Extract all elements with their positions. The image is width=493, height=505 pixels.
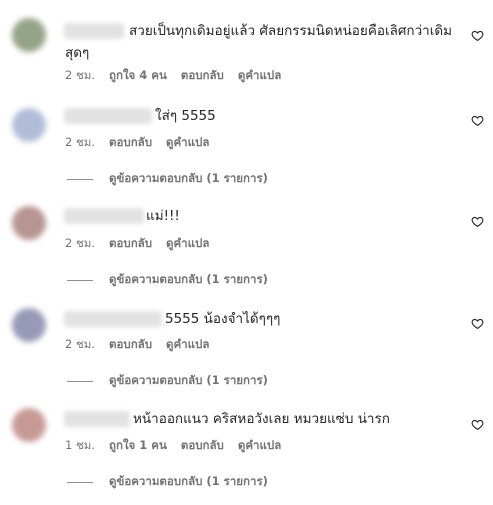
- comment-text: หน้าออกแนว คริสหอวังเลย หมวยแซ่บ น่ารก: [133, 411, 390, 427]
- reply-button[interactable]: ตอบกลับ: [109, 336, 152, 354]
- comment-time: 2 ชม.: [65, 236, 96, 250]
- username-blurred[interactable]: [64, 108, 152, 124]
- avatar[interactable]: [12, 18, 46, 52]
- username-blurred[interactable]: [64, 208, 144, 224]
- reply-button[interactable]: ตอบกลับ: [109, 235, 152, 253]
- like-heart-icon[interactable]: [471, 418, 484, 431]
- comment-meta: 2 ชม. ตอบกลับ ดูคำแปล: [65, 336, 209, 354]
- comment-time: 2 ชม.: [65, 68, 96, 82]
- avatar[interactable]: [12, 308, 46, 342]
- view-replies-button[interactable]: ดูข้อความตอบกลับ (1 รายการ): [67, 271, 268, 289]
- comment-text: แม่!!!: [146, 208, 180, 224]
- comment-meta: 2 ชม. ตอบกลับ ดูคำแปล: [65, 235, 209, 253]
- avatar[interactable]: [12, 206, 46, 240]
- reply-button[interactable]: ตอบกลับ: [109, 134, 152, 152]
- view-replies-button[interactable]: ดูข้อความตอบกลับ (1 รายการ): [67, 170, 268, 188]
- view-replies-label: ดูข้อความตอบกลับ (1 รายการ): [109, 272, 268, 286]
- comment-time: 2 ชม.: [65, 337, 96, 351]
- like-heart-icon[interactable]: [471, 114, 484, 127]
- divider-line: [67, 380, 93, 382]
- comment-time: 1 ชม.: [65, 438, 96, 452]
- comment-text-continued: สุดๆ: [65, 45, 90, 61]
- likes-count-button[interactable]: ถูกใจ 4 คน: [109, 67, 167, 85]
- divider-line: [67, 279, 93, 281]
- translate-button[interactable]: ดูคำแปล: [166, 134, 209, 152]
- view-replies-label: ดูข้อความตอบกลับ (1 รายการ): [109, 474, 268, 488]
- view-replies-label: ดูข้อความตอบกลับ (1 รายการ): [109, 373, 268, 387]
- comment-meta: 1 ชม. ถูกใจ 1 คน ตอบกลับ ดูคำแปล: [65, 437, 281, 455]
- view-replies-button[interactable]: ดูข้อความตอบกลับ (1 รายการ): [67, 372, 268, 390]
- avatar[interactable]: [12, 408, 46, 442]
- comment-time: 2 ชม.: [65, 135, 96, 149]
- view-replies-label: ดูข้อความตอบกลับ (1 รายการ): [109, 171, 268, 185]
- comment-meta: 2 ชม. ถูกใจ 4 คน ตอบกลับ ดูคำแปล: [65, 67, 281, 85]
- divider-line: [67, 481, 93, 483]
- like-heart-icon[interactable]: [471, 317, 484, 330]
- divider-line: [67, 178, 93, 180]
- translate-button[interactable]: ดูคำแปล: [238, 67, 281, 85]
- translate-button[interactable]: ดูคำแปล: [166, 235, 209, 253]
- comment-meta: 2 ชม. ตอบกลับ ดูคำแปล: [65, 134, 209, 152]
- translate-button[interactable]: ดูคำแปล: [166, 336, 209, 354]
- reply-button[interactable]: ตอบกลับ: [181, 437, 224, 455]
- avatar[interactable]: [12, 108, 46, 142]
- reply-button[interactable]: ตอบกลับ: [181, 67, 224, 85]
- comment-text: ใส่ๆ 5555: [155, 108, 216, 124]
- comment-text: 5555 น้องจำได้ๆๆๆ: [165, 311, 281, 327]
- comment-text: สวยเป็นทุกเดิมอยู่แล้ว ศัลยกรรมนิดหน่อยค…: [129, 23, 453, 39]
- like-heart-icon[interactable]: [471, 29, 484, 42]
- username-blurred[interactable]: [64, 311, 162, 327]
- username-blurred[interactable]: [64, 411, 130, 427]
- likes-count-button[interactable]: ถูกใจ 1 คน: [109, 437, 167, 455]
- translate-button[interactable]: ดูคำแปล: [238, 437, 281, 455]
- like-heart-icon[interactable]: [471, 215, 484, 228]
- username-blurred[interactable]: [64, 23, 124, 39]
- view-replies-button[interactable]: ดูข้อความตอบกลับ (1 รายการ): [67, 473, 268, 491]
